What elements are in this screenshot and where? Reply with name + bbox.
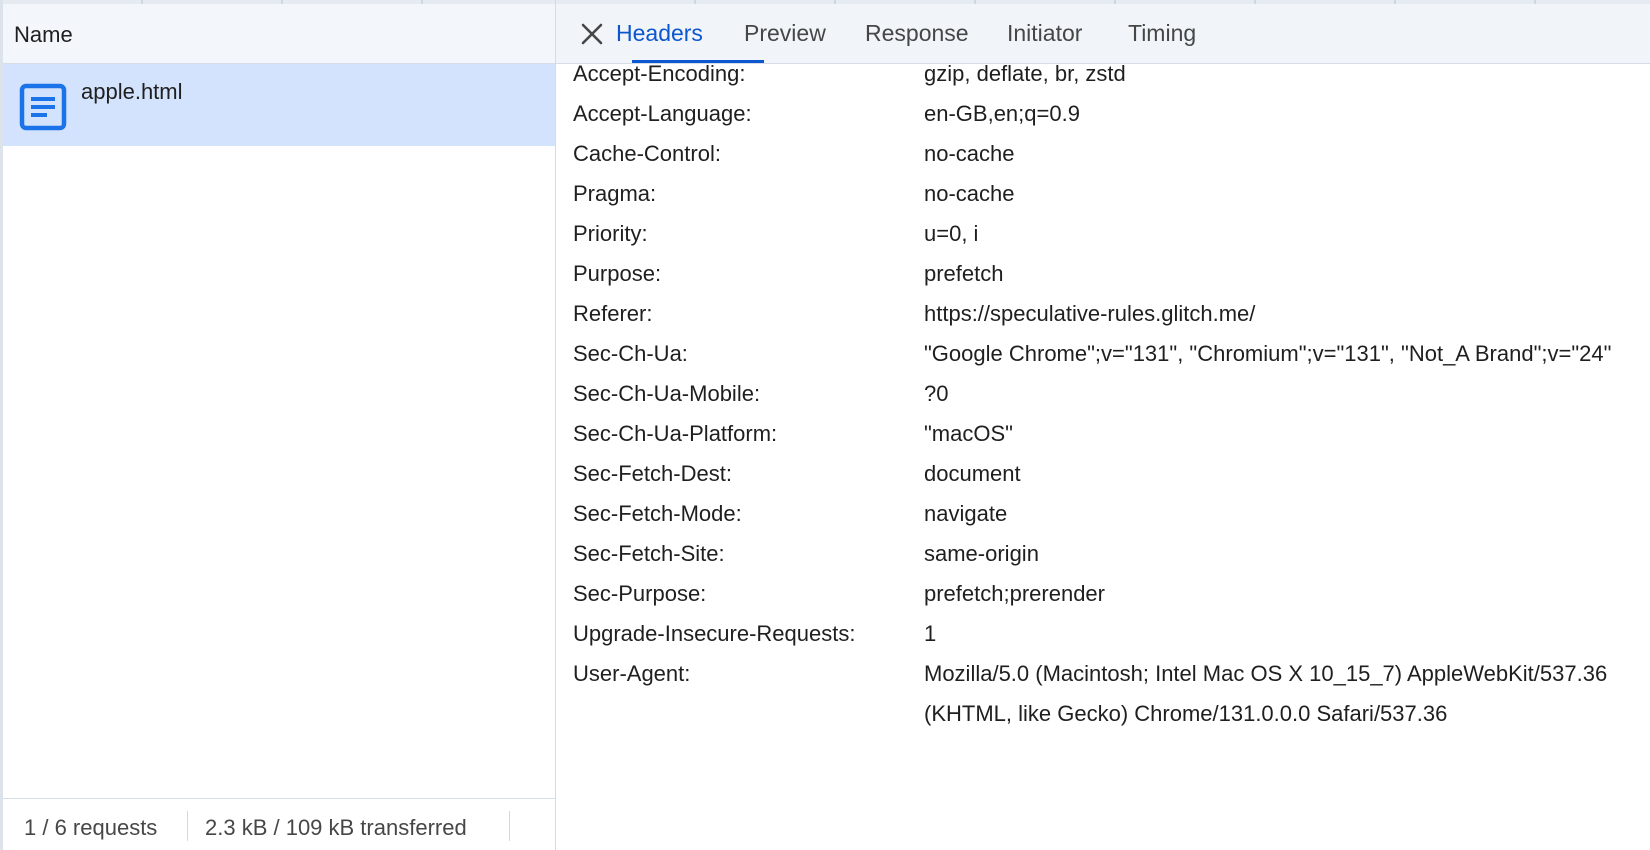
header-name: Accept-Language: (573, 101, 752, 126)
header-name: Accept-Encoding: (573, 64, 746, 86)
header-row: Sec-Fetch-Dest: document (556, 454, 1650, 494)
header-value: prefetch (924, 261, 1004, 286)
header-name: Sec-Ch-Ua-Mobile: (573, 381, 761, 406)
header-row: Priority: u=0, i (556, 214, 1650, 254)
header-name: Purpose: (573, 261, 662, 286)
header-row: Sec-Fetch-Mode: navigate (556, 494, 1650, 534)
header-name: Referer: (573, 301, 653, 326)
header-value: gzip, deflate, br, zstd (924, 64, 1126, 86)
request-row-selected[interactable]: apple.html (3, 64, 555, 146)
tab-response[interactable]: Response (865, 20, 969, 47)
header-name: User-Agent: (573, 661, 691, 686)
header-row: Upgrade-Insecure-Requests: 1 (556, 614, 1650, 654)
header-name: Pragma: (573, 181, 657, 206)
tab-preview[interactable]: Preview (744, 20, 826, 47)
header-row: Sec-Ch-Ua: "Google Chrome";v="131", "Chro… (556, 334, 1650, 374)
header-name: Sec-Fetch-Dest: (573, 461, 732, 486)
header-name: Sec-Fetch-Site: (573, 541, 725, 566)
header-row: User-Agent: Mozilla/5.0 (Macintosh; Intel… (556, 654, 1650, 734)
header-value: no-cache (924, 141, 1015, 166)
header-value: ?0 (924, 381, 949, 406)
tab-timing[interactable]: Timing (1128, 20, 1196, 47)
header-value: 1 (924, 621, 937, 646)
active-tab-indicator (632, 60, 764, 63)
transferred-size: 2.3 kB / 109 kB transferred (205, 815, 467, 840)
header-value: navigate (924, 501, 1008, 526)
footer-divider (509, 811, 510, 841)
requests-pane: Name apple.html 1 / 6 requests 2.3 kB / … (0, 0, 556, 850)
header-value: prefetch;prerender (924, 581, 1105, 606)
header-row: Accept-Encoding: gzip, deflate, br, zstd (556, 64, 1650, 94)
close-icon[interactable] (578, 20, 606, 48)
header-row: Sec-Ch-Ua-Platform: "macOS" (556, 414, 1650, 454)
header-value: document (924, 461, 1021, 486)
tab-headers[interactable]: Headers (616, 20, 703, 47)
request-count: 1 / 6 requests (24, 815, 158, 840)
tab-strip-top (556, 0, 1650, 4)
header-value: https://speculative-rules.glitch.me/ (924, 301, 1256, 326)
header-name: Sec-Ch-Ua-Platform: (573, 421, 778, 446)
header-name: Cache-Control: (573, 141, 721, 166)
name-column-label: Name (14, 22, 73, 47)
header-value: Mozilla/5.0 (Macintosh; Intel Mac OS X 1… (924, 661, 1608, 726)
request-filename: apple.html (81, 79, 183, 104)
header-value: en-GB,en;q=0.9 (924, 101, 1080, 126)
document-icon (19, 83, 67, 131)
header-row: Referer: https://speculative-rules.glitch… (556, 294, 1650, 334)
header-value: "Google Chrome";v="131", "Chromium";v="1… (924, 341, 1612, 366)
header-value: no-cache (924, 181, 1015, 206)
header-row: Cache-Control: no-cache (556, 134, 1650, 174)
status-footer: 1 / 6 requests 2.3 kB / 109 kB transferr… (3, 798, 555, 850)
network-panel: Name apple.html 1 / 6 requests 2.3 kB / … (0, 0, 1650, 850)
header-row: Accept-Language: en-GB,en;q=0.9 (556, 94, 1650, 134)
request-headers-content: Accept-Encoding: gzip, deflate, br, zstd A… (556, 64, 1650, 734)
request-details-pane: Headers Preview Response Initiator Timin… (556, 0, 1650, 850)
header-row: Pragma: no-cache (556, 174, 1650, 214)
header-row: Sec-Purpose: prefetch;prerender (556, 574, 1650, 614)
header-row: Purpose: prefetch (556, 254, 1650, 294)
request-headers-list[interactable]: Accept-Encoding: gzip, deflate, br, zstd A… (556, 64, 1650, 850)
header-name: Upgrade-Insecure-Requests: (573, 621, 856, 646)
header-name: Sec-Purpose: (573, 581, 707, 606)
header-row: Sec-Ch-Ua-Mobile: ?0 (556, 374, 1650, 414)
header-name: Priority: (573, 221, 648, 246)
header-value: "macOS" (924, 421, 1013, 446)
header-name: Sec-Ch-Ua: (573, 341, 688, 366)
header-row: Sec-Fetch-Site: same-origin (556, 534, 1650, 574)
header-value: u=0, i (924, 221, 979, 246)
header-name: Sec-Fetch-Mode: (573, 501, 742, 526)
footer-divider (187, 811, 188, 841)
tab-initiator[interactable]: Initiator (1007, 20, 1082, 47)
header-value: same-origin (924, 541, 1039, 566)
details-tabbar: Headers Preview Response Initiator Timin… (556, 0, 1650, 64)
name-column-header[interactable]: Name (3, 4, 555, 64)
